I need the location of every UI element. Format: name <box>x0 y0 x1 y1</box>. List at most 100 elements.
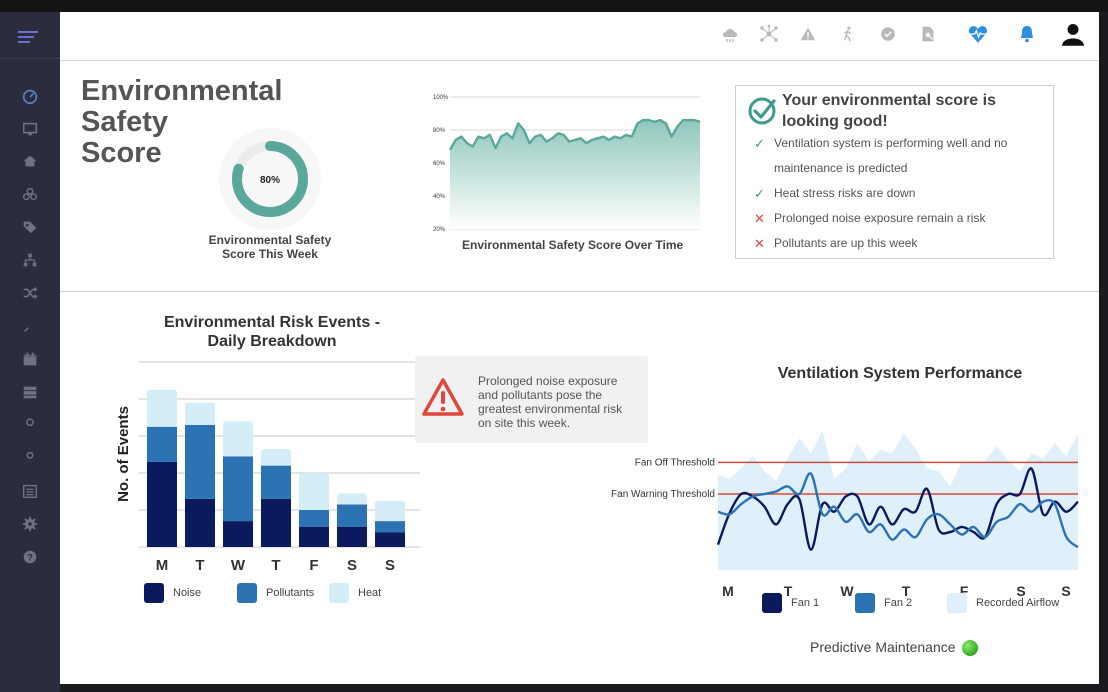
user-account-icon[interactable] <box>1058 19 1088 49</box>
check-icon: ✓ <box>754 186 765 201</box>
summary-item-text: Ventilation system is performing well an… <box>774 131 1007 181</box>
svg-text:?: ? <box>27 553 33 563</box>
rocket-icon[interactable] <box>20 316 40 336</box>
bar-segment-heat <box>223 421 253 457</box>
org-chart-icon[interactable] <box>20 250 40 270</box>
risk-events-bar-chart: No. of Events M T W T F S S <box>115 361 420 572</box>
alert-text-line: Prolonged noise exposure <box>478 374 618 388</box>
x-tick-label: T <box>902 583 911 598</box>
risk-events-title: Environmental Risk Events - Daily Breakd… <box>152 313 392 351</box>
predictive-maintenance-label: Predictive Maintenance <box>810 639 956 655</box>
x-tick-label: W <box>840 583 854 598</box>
x-tick-label: S <box>1016 583 1025 598</box>
network-icon[interactable] <box>757 22 781 46</box>
shuffle-icon[interactable] <box>20 283 40 303</box>
monitor-icon[interactable] <box>20 119 40 139</box>
summary-item-text: Heat stress risks are down <box>774 181 915 206</box>
bar-segment-noise <box>299 526 329 547</box>
threshold-label: Fan Warning Threshold <box>611 489 715 500</box>
document-search-icon[interactable] <box>917 23 939 45</box>
ventilation-title: Ventilation System Performance <box>777 365 1023 382</box>
user-icon[interactable] <box>20 415 40 435</box>
list-icon[interactable] <box>20 481 40 501</box>
home-icon[interactable] <box>20 151 40 171</box>
calendar-icon[interactable] <box>20 349 40 369</box>
legend-swatch <box>329 583 349 603</box>
bar-segment-pollutants <box>299 510 329 527</box>
score-gauge: 80% <box>219 128 321 230</box>
bar-segment-noise <box>337 526 367 547</box>
help-icon[interactable]: ? <box>20 547 40 567</box>
x-tick-label: S <box>1061 583 1070 598</box>
bar-segment-heat <box>261 448 291 466</box>
user-shield-icon[interactable] <box>20 448 40 468</box>
score-over-time-chart: 100% 80% 60% 40% 20% <box>433 95 701 233</box>
summary-item-line: Prolonged noise exposure remain a risk <box>774 211 986 225</box>
warning-triangle-icon <box>422 378 464 416</box>
x-tick-label: S <box>347 557 357 572</box>
bar-segment-noise <box>185 498 215 547</box>
tags-icon[interactable] <box>20 217 40 237</box>
airflow-area <box>718 430 1078 570</box>
summary-item-line: Heat stress risks are down <box>774 186 916 200</box>
alert-text-line: and pollutants pose the <box>478 388 603 402</box>
server-icon[interactable] <box>20 382 40 402</box>
sidebar-separator <box>0 58 60 59</box>
x-tick-label: W <box>231 557 246 572</box>
threshold-label: Fan Off Threshold <box>635 457 715 468</box>
y-tick-label: 100% <box>433 95 449 101</box>
bar-segment-noise <box>261 498 291 547</box>
summary-item-line: maintenance is predicted <box>774 161 908 175</box>
x-tick-label: M <box>156 557 169 572</box>
menu-icon[interactable] <box>18 28 42 46</box>
bar-segment-pollutants <box>185 424 215 499</box>
x-tick-label: T <box>784 583 793 598</box>
x-tick-label: F <box>309 557 318 572</box>
legend-label: Heat <box>358 587 382 599</box>
score-chart-caption: Environmental Safety Score Over Time <box>462 238 684 252</box>
window-top-strip <box>0 0 1108 12</box>
summary-item-text: Pollutants are up this week <box>774 231 917 256</box>
summary-item: ✕ Pollutants are up this week <box>754 231 917 257</box>
check-circle-icon[interactable] <box>877 23 899 45</box>
legend-label: Fan 1 <box>791 597 820 609</box>
x-tick-label: M <box>722 583 734 598</box>
bar-segment-pollutants <box>223 456 253 522</box>
heart-monitor-icon[interactable] <box>965 21 991 47</box>
x-tick-label: S <box>385 557 395 572</box>
summary-title: Your environmental score is looking good… <box>782 92 996 130</box>
walking-person-icon[interactable] <box>837 23 859 45</box>
bar-segment-heat <box>375 500 405 522</box>
x-tick-label: T <box>271 557 280 572</box>
legend-label: Pollutants <box>266 587 315 599</box>
legend-label: Noise <box>173 587 202 599</box>
bar-segment-noise <box>223 521 253 547</box>
legend-swatch <box>947 593 967 613</box>
y-tick-label: 40% <box>433 194 446 200</box>
x-tick-label: T <box>195 557 204 572</box>
y-axis-label: No. of Events <box>115 406 132 502</box>
bell-icon[interactable] <box>1015 22 1039 46</box>
biohazard-icon[interactable] <box>20 184 40 204</box>
check-badge-icon <box>748 97 776 125</box>
check-icon: ✓ <box>754 136 765 151</box>
section-divider <box>60 291 1099 292</box>
bar-segment-heat <box>299 473 329 510</box>
dashboard-icon[interactable] <box>20 86 40 106</box>
warning-icon[interactable] <box>797 23 819 45</box>
legend-swatch <box>855 593 875 613</box>
gauge-label: Environmental Safety Score This Week <box>208 233 332 261</box>
y-tick-label: 80% <box>433 128 446 134</box>
predictive-maintenance-status-indicator <box>962 640 978 656</box>
risk-events-title-line: Environmental Risk Events - <box>163 314 381 331</box>
x-icon: ✕ <box>754 211 765 226</box>
bar-segment-heat <box>337 493 367 505</box>
legend-label: Recorded Airflow <box>976 597 1060 609</box>
gear-icon[interactable] <box>20 514 40 534</box>
summary-item-line: Ventilation system is performing well an… <box>774 136 1008 150</box>
bar-segment-heat <box>185 402 215 425</box>
risk-events-title-line: Daily Breakdown <box>207 333 337 350</box>
y-tick-label: 60% <box>433 161 446 167</box>
cloud-icon[interactable] <box>718 22 742 46</box>
sidebar: ? <box>0 12 60 692</box>
